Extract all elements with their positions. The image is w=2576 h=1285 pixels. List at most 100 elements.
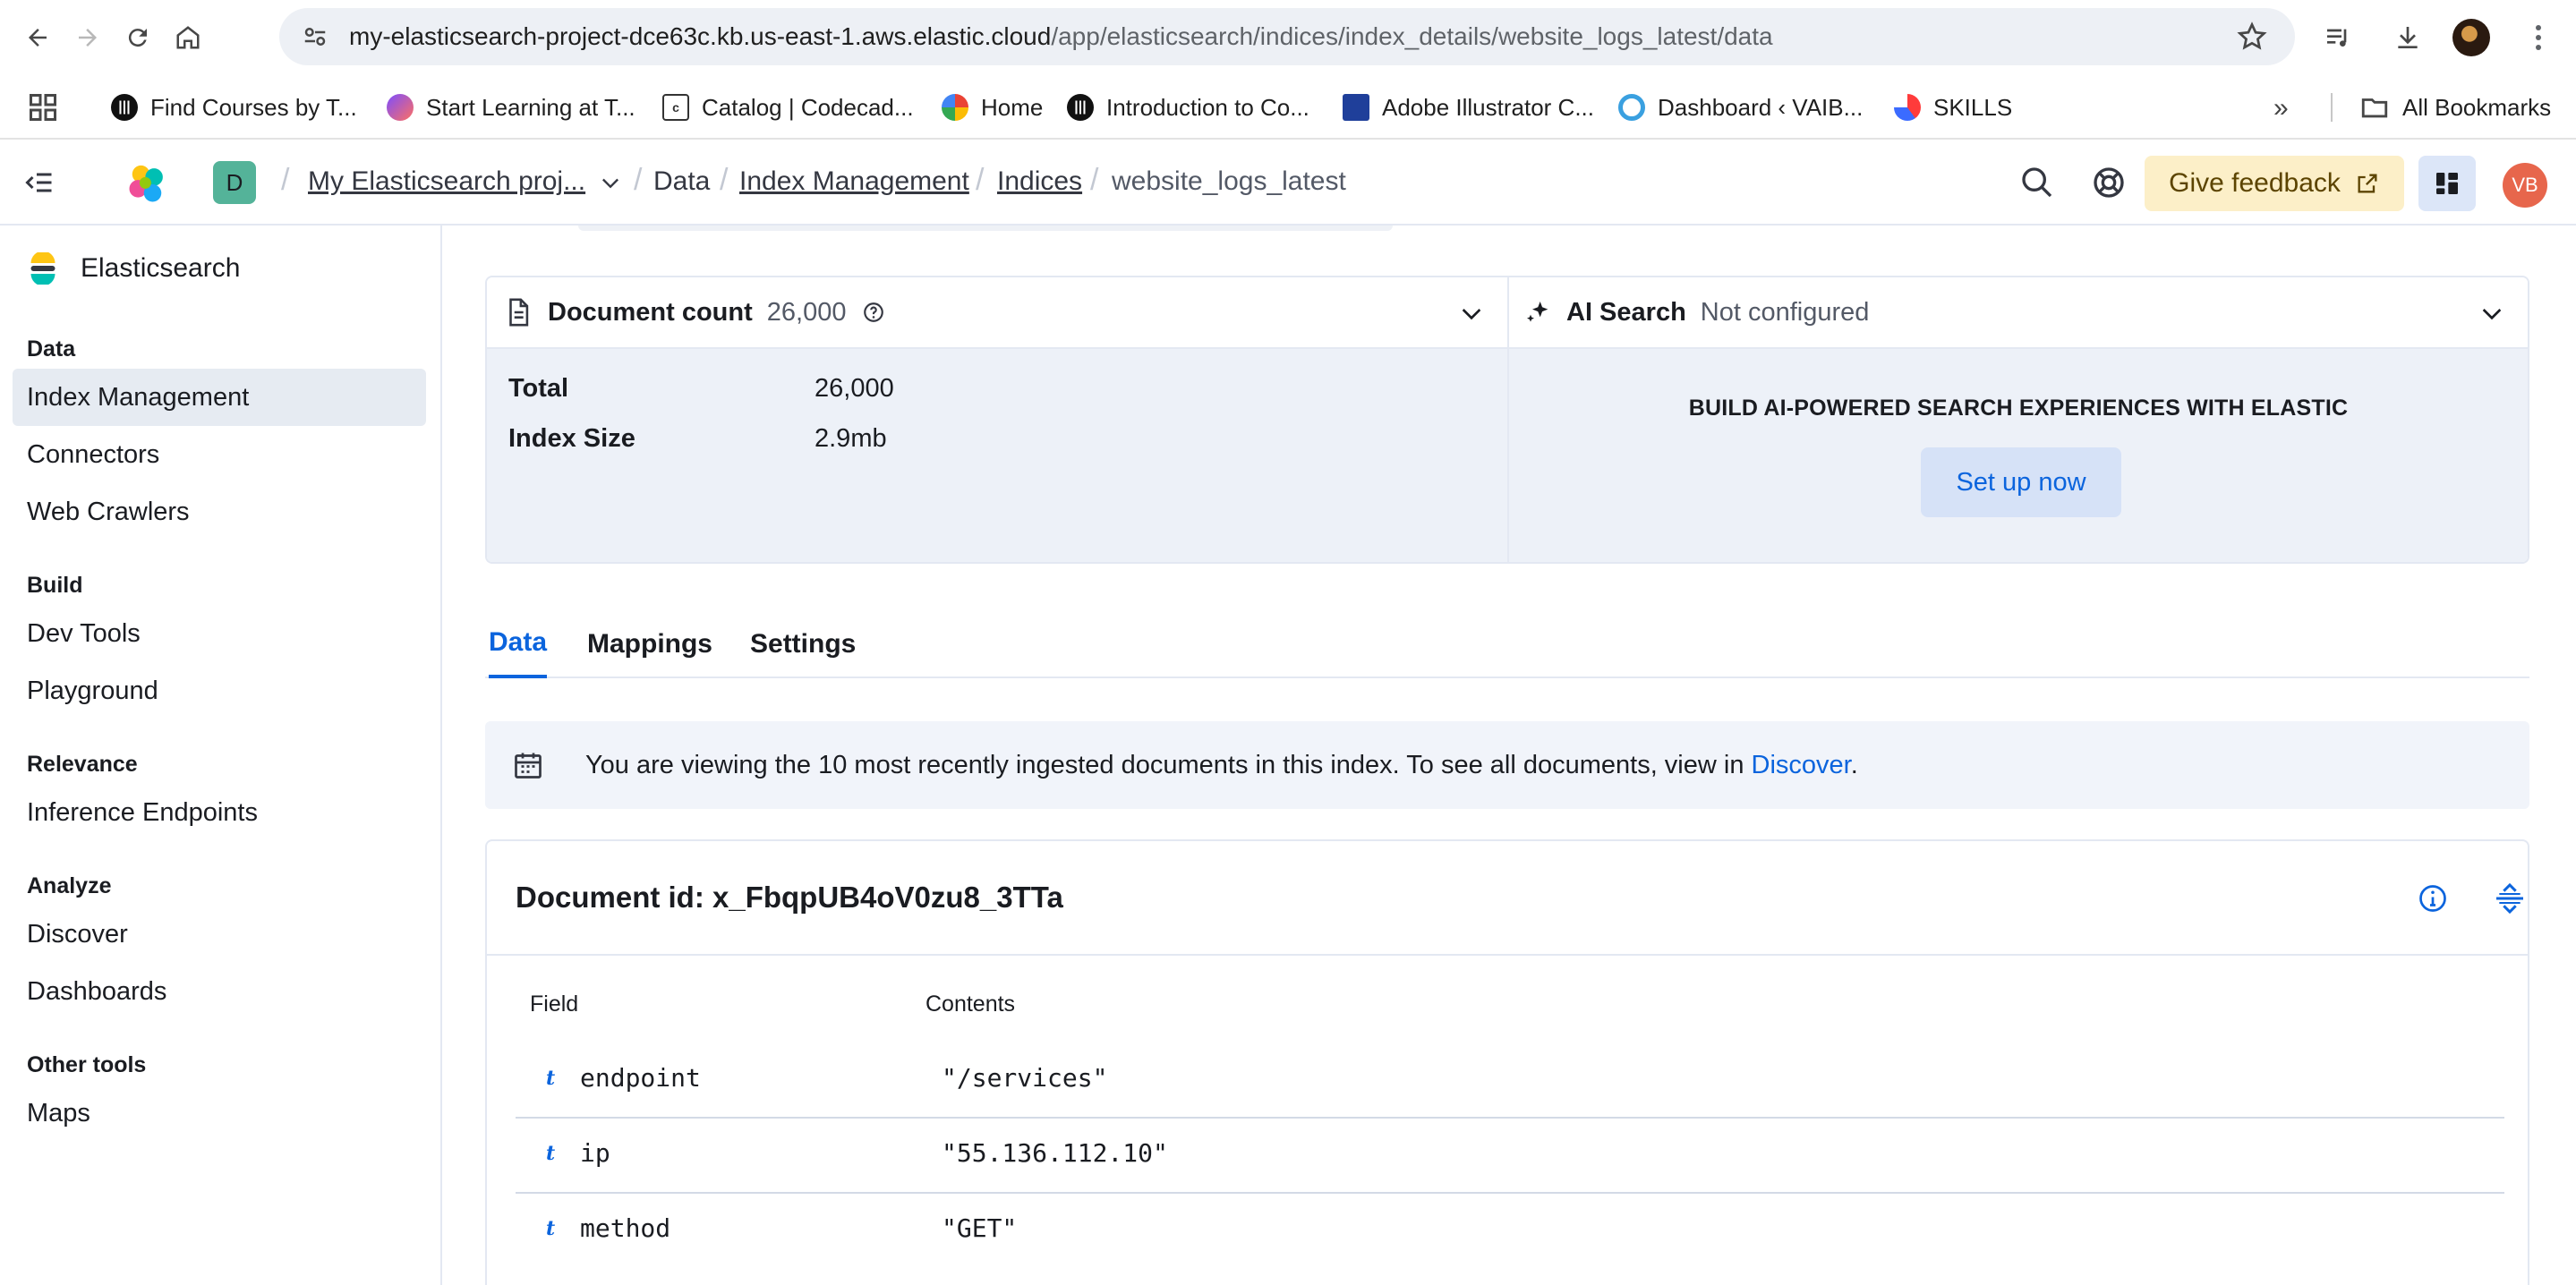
- more-bookmarks-chevron-icon[interactable]: »: [2273, 93, 2289, 123]
- solution-header[interactable]: Elasticsearch: [27, 252, 240, 285]
- home-icon[interactable]: [163, 13, 213, 63]
- grid-icon: [2436, 173, 2458, 194]
- solution-name: Elasticsearch: [81, 253, 241, 283]
- bookmark-label: Start Learning at T...: [426, 93, 635, 121]
- document-id: Document id: x_FbqpUB4oV0zu8_3TTa: [516, 881, 1063, 914]
- address-bar[interactable]: my-elasticsearch-project-dce63c.kb.us-ea…: [279, 8, 2295, 65]
- bookmark-item[interactable]: Adobe Illustrator C...: [1343, 88, 1594, 127]
- expand-icon[interactable]: [2492, 881, 2528, 916]
- wordpress-icon: [1618, 94, 1645, 121]
- ai-assistant-button[interactable]: [2418, 156, 2476, 211]
- forward-icon[interactable]: [63, 13, 113, 63]
- nav-item-web-crawlers[interactable]: Web Crawlers: [13, 483, 426, 540]
- bookmark-item[interactable]: Dashboard ‹ VAIB...: [1618, 88, 1863, 127]
- nav-group-other-tools: Other tools: [27, 1052, 147, 1077]
- coursera-icon: |||: [1067, 94, 1094, 121]
- total-value: 26,000: [815, 374, 894, 403]
- callout-suffix: .: [1850, 750, 1858, 779]
- tab-mappings[interactable]: Mappings: [587, 610, 712, 678]
- side-nav: Elasticsearch Data Index Management Conn…: [0, 226, 442, 1285]
- discover-link[interactable]: Discover: [1752, 751, 1851, 779]
- search-icon[interactable]: [2019, 165, 2055, 200]
- bookmark-item[interactable]: Start Learning at T...: [387, 88, 635, 127]
- url-path: /app/elasticsearch/indices/index_details…: [1051, 22, 1773, 50]
- breadcrumb-data: Data: [653, 166, 711, 196]
- bookmark-star-icon[interactable]: [2236, 21, 2268, 53]
- nav-item-dashboards[interactable]: Dashboards: [13, 963, 426, 1020]
- back-icon[interactable]: [13, 13, 63, 63]
- callout-text: You are viewing the 10 most recently ing…: [585, 751, 1858, 780]
- info-icon[interactable]: [2417, 882, 2449, 915]
- chevron-down-icon[interactable]: [2478, 299, 2506, 328]
- elastic-logo-icon[interactable]: [124, 161, 170, 208]
- all-bookmarks-button[interactable]: All Bookmarks: [2359, 88, 2551, 127]
- sparkles-icon: [1527, 302, 1548, 322]
- field-row: t method "GET": [516, 1194, 2504, 1269]
- question-icon[interactable]: [862, 301, 885, 324]
- nav-item-dev-tools[interactable]: Dev Tools: [13, 605, 426, 662]
- codecademy-icon: c: [662, 94, 689, 121]
- nav-item-maps[interactable]: Maps: [13, 1085, 426, 1142]
- url-text[interactable]: my-elasticsearch-project-dce63c.kb.us-ea…: [349, 22, 1773, 51]
- breadcrumb-index-management[interactable]: Index Management: [739, 166, 969, 197]
- give-feedback-button[interactable]: Give feedback: [2145, 156, 2404, 211]
- help-lifebuoy-icon[interactable]: [2091, 165, 2127, 200]
- bookmark-label: Adobe Illustrator C...: [1382, 93, 1594, 121]
- total-label: Total: [508, 374, 569, 403]
- document-count-title: Document count: [548, 297, 753, 327]
- tab-settings[interactable]: Settings: [750, 610, 856, 678]
- bookmark-label: Dashboard ‹ VAIB...: [1658, 93, 1864, 121]
- document-count-header[interactable]: Document count 26,000: [487, 277, 1507, 349]
- breadcrumb-separator: /: [281, 163, 290, 197]
- tab-data[interactable]: Data: [489, 610, 548, 678]
- download-icon[interactable]: [2383, 13, 2433, 63]
- external-link-icon: [2358, 174, 2377, 193]
- ai-search-header[interactable]: AI Search Not configured: [1509, 277, 2528, 349]
- ai-search-body: BUILD AI-POWERED SEARCH EXPERIENCES WITH…: [1509, 349, 2528, 562]
- browser-profile-avatar[interactable]: [2452, 19, 2490, 56]
- nav-item-discover[interactable]: Discover: [13, 906, 426, 963]
- bookmark-item[interactable]: ||| Introduction to Co...: [1067, 88, 1309, 127]
- document-icon: [509, 298, 529, 327]
- collapse-nav-icon[interactable]: [21, 166, 57, 199]
- bookmark-item[interactable]: Home: [942, 88, 1043, 127]
- nav-group-build: Build: [27, 573, 83, 598]
- media-control-icon[interactable]: [2313, 13, 2363, 63]
- ai-search-status: Not configured: [1700, 297, 1870, 327]
- breadcrumb-separator: /: [634, 163, 643, 197]
- treehouse-icon: [387, 94, 414, 121]
- nav-item-connectors[interactable]: Connectors: [13, 426, 426, 483]
- app-header: D / My Elasticsearch proj... / Data / In…: [0, 140, 2576, 226]
- field-name: ip: [580, 1138, 610, 1168]
- browser-menu-icon[interactable]: [2521, 20, 2556, 55]
- bookmark-label: Catalog | Codecad...: [702, 93, 914, 121]
- breadcrumb-indices[interactable]: Indices: [997, 166, 1082, 197]
- bookmark-item[interactable]: SKILLS: [1894, 88, 2012, 127]
- nav-group-data: Data: [27, 336, 76, 362]
- bookmark-label: Home: [981, 93, 1044, 121]
- breadcrumb-separator: /: [976, 163, 985, 197]
- bookmark-label: SKILLS: [1933, 93, 2013, 121]
- space-avatar[interactable]: D: [213, 161, 256, 204]
- bookmark-item[interactable]: ||| Find Courses by T...: [111, 88, 357, 127]
- document-count-value: 26,000: [766, 297, 847, 327]
- ai-search-heading: BUILD AI-POWERED SEARCH EXPERIENCES WITH…: [1688, 396, 2349, 421]
- bookmark-label: Introduction to Co...: [1106, 93, 1309, 121]
- breadcrumb-project[interactable]: My Elasticsearch proj...: [308, 166, 585, 197]
- nav-item-playground[interactable]: Playground: [13, 662, 426, 719]
- field-value: "/services": [942, 1063, 1108, 1093]
- index-size-label: Index Size: [508, 424, 635, 453]
- bookmarks-bar: ||| Find Courses by T... Start Learning …: [0, 75, 2576, 140]
- reload-icon[interactable]: [113, 13, 163, 63]
- document-count-body: Total 26,000 Index Size 2.9mb: [487, 349, 1507, 562]
- user-avatar[interactable]: VB: [2503, 163, 2547, 208]
- set-up-now-button[interactable]: Set up now: [1921, 447, 2121, 517]
- chevron-down-icon[interactable]: [1457, 299, 1486, 328]
- nav-item-index-management[interactable]: Index Management: [13, 369, 426, 426]
- bookmark-item[interactable]: c Catalog | Codecad...: [662, 88, 914, 127]
- field-row: t endpoint "/services": [516, 1043, 2504, 1119]
- chevron-down-icon[interactable]: [598, 170, 623, 195]
- site-settings-icon[interactable]: [297, 19, 333, 55]
- nav-item-inference-endpoints[interactable]: Inference Endpoints: [13, 784, 426, 841]
- apps-grid-icon[interactable]: [27, 91, 59, 123]
